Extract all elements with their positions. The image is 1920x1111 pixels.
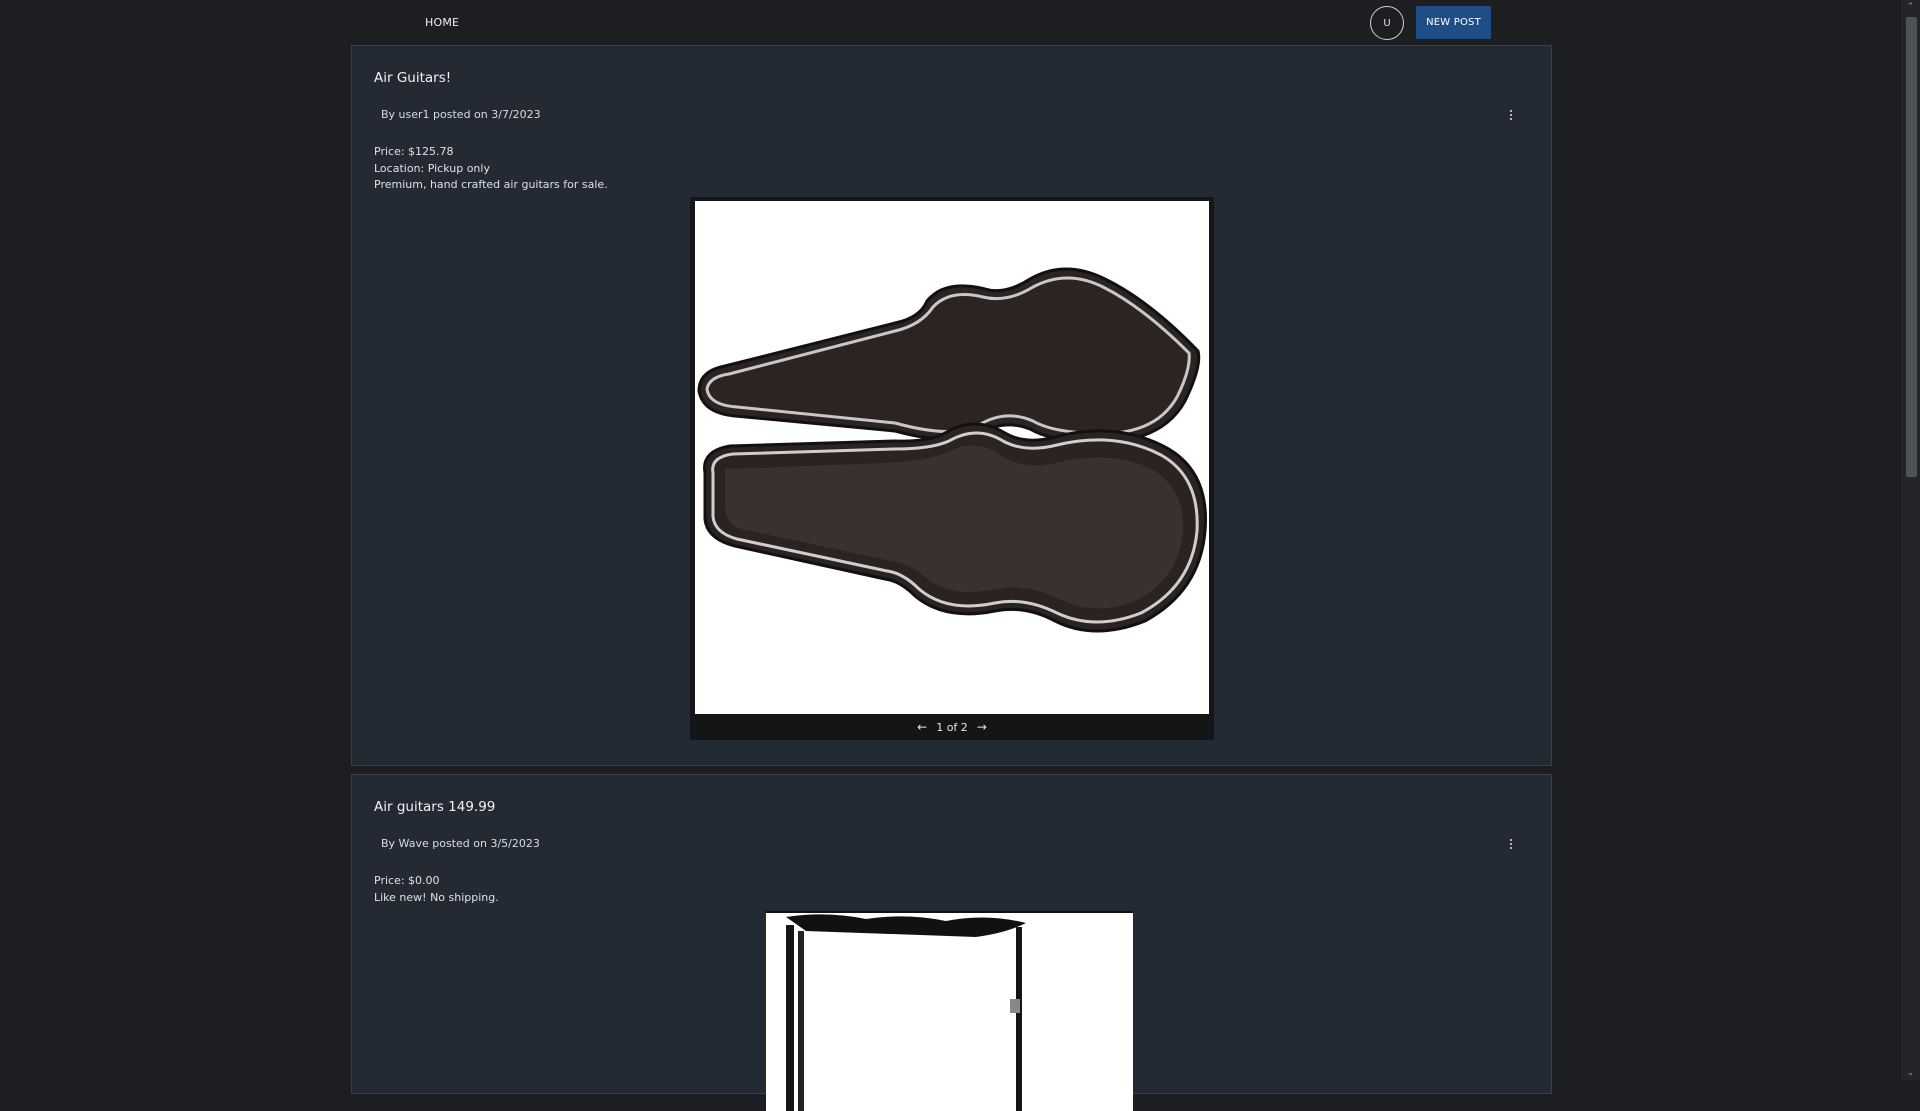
post-location: Location: Pickup only (374, 161, 490, 175)
user-avatar[interactable]: U (1370, 6, 1404, 40)
post-body: Price: $0.00 Like new! No shipping. (374, 873, 499, 906)
guitar-case-illustration (697, 267, 1207, 633)
post-title: Air Guitars! (374, 70, 452, 86)
top-navigation-bar: HOME U NEW POST (0, 0, 1901, 45)
guitar-case-image (695, 201, 1209, 714)
arrow-left-icon[interactable]: ← (917, 721, 927, 733)
post-body: Price: $125.78 Location: Pickup only Pre… (374, 144, 608, 194)
carousel-controls: ← 1 of 2 → (690, 714, 1214, 740)
arrow-right-icon[interactable]: → (977, 721, 987, 733)
post-meta: By Wave posted on 3/5/2023 (381, 837, 540, 850)
post-card: Air guitars 149.99 By Wave posted on 3/5… (351, 774, 1552, 1111)
guitar-stand-image (766, 911, 1133, 1111)
post-price: Price: $125.78 (374, 145, 454, 158)
post-meta: By user1 posted on 3/7/2023 (381, 108, 541, 121)
new-post-button[interactable]: NEW POST (1416, 6, 1491, 39)
scroll-up-icon[interactable]: ⌃ (1905, 2, 1916, 12)
page-scrollbar[interactable]: ⌃ ⌄ (1901, 0, 1920, 1080)
post-card: Air Guitars! By user1 posted on 3/7/2023… (351, 45, 1552, 766)
guitar-stand-illustration (786, 914, 1026, 1111)
more-vert-icon[interactable] (1505, 837, 1517, 851)
more-vert-icon[interactable] (1505, 108, 1517, 122)
post-description: Like new! No shipping. (374, 890, 499, 904)
image-carousel: ← 1 of 2 → (690, 197, 1214, 740)
nav-home-link[interactable]: HOME (425, 16, 459, 29)
carousel-counter: 1 of 2 (936, 720, 968, 734)
scroll-down-icon[interactable]: ⌄ (1905, 1068, 1916, 1078)
post-title: Air guitars 149.99 (374, 799, 496, 815)
post-price: Price: $0.00 (374, 874, 440, 887)
post-description: Premium, hand crafted air guitars for sa… (374, 178, 608, 191)
scrollbar-thumb[interactable] (1906, 17, 1917, 477)
